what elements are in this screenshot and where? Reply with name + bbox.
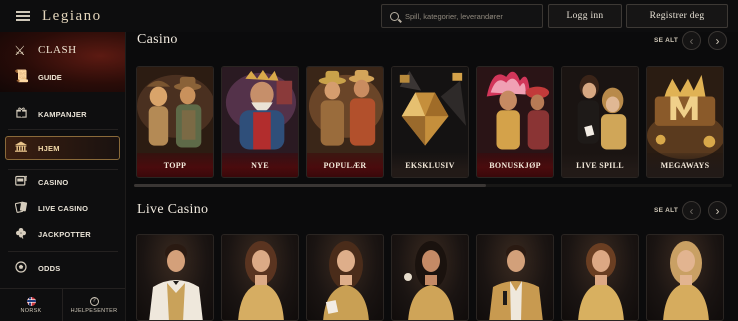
- dealer-portrait: [578, 243, 624, 320]
- ball-icon: [13, 260, 29, 276]
- crossed-swords-icon: ⚔: [14, 43, 26, 58]
- dealer-portrait: [323, 241, 369, 320]
- sidebar-item-label: Kampanjer: [38, 109, 87, 119]
- tile-label: TOPP: [137, 153, 213, 177]
- live-dealer-tile[interactable]: [391, 234, 469, 321]
- dealer-portrait: [149, 244, 203, 320]
- sidebar: ⚔ Clash 📜 Guide Kampanjer Hjem Casino Li…: [0, 32, 126, 321]
- tile-label: EKSKLUSIV: [392, 153, 468, 177]
- login-button[interactable]: Logg inn: [548, 4, 622, 28]
- tile-label: NYE: [222, 153, 298, 177]
- casino-building-icon: [13, 141, 29, 155]
- promo-title: Clash: [38, 44, 77, 56]
- dealer-portrait: [489, 245, 543, 320]
- category-tile-nye[interactable]: NYE: [221, 66, 299, 178]
- prev-arrow-icon[interactable]: ‹: [682, 201, 701, 220]
- sidebar-item-label: Odds: [38, 263, 61, 273]
- next-arrow-icon[interactable]: ›: [708, 201, 727, 220]
- category-tile-populaer[interactable]: POPULÆR: [306, 66, 384, 178]
- live-dealer-tile[interactable]: [646, 234, 724, 321]
- prev-arrow-icon[interactable]: ‹: [682, 31, 701, 50]
- logo[interactable]: Legiano: [42, 8, 102, 25]
- section-title-live-casino: Live Casino: [137, 202, 209, 217]
- gift-icon: [13, 107, 29, 121]
- sidebar-item-label: Live Casino: [38, 203, 89, 213]
- sidebar-item-jackpotter[interactable]: Jackpotter: [0, 224, 125, 244]
- dealer-portrait: [238, 241, 284, 320]
- category-tile-megaways[interactable]: MEGAWAYS: [646, 66, 724, 178]
- clash-promo-banner[interactable]: ⚔ Clash 📜 Guide: [0, 32, 125, 92]
- dealer-portrait: [404, 241, 454, 320]
- sidebar-item-label: Hjem: [38, 143, 60, 153]
- search-input[interactable]: [404, 11, 542, 21]
- live-dealer-tile[interactable]: [306, 234, 384, 321]
- hamburger-menu-icon[interactable]: [16, 11, 30, 21]
- dealer-portrait: [663, 241, 709, 320]
- help-label: Hjelpesenter: [70, 307, 118, 314]
- divider: [8, 169, 118, 170]
- live-dealer-tile[interactable]: [476, 234, 554, 321]
- next-arrow-icon[interactable]: ›: [708, 31, 727, 50]
- register-button[interactable]: Registrer deg: [626, 4, 728, 28]
- scroll-icon: 📜: [14, 69, 29, 83]
- language-selector[interactable]: Norsk: [0, 289, 62, 321]
- tile-label: MEGAWAYS: [647, 153, 723, 177]
- sidebar-item-label: Jackpotter: [38, 229, 91, 239]
- tile-label: LIVE SPILL: [562, 153, 638, 177]
- sidebar-item-label: Casino: [38, 177, 69, 187]
- help-icon: ?: [89, 296, 99, 306]
- cards-icon: [13, 201, 29, 216]
- sidebar-item-kampanjer[interactable]: Kampanjer: [0, 104, 125, 124]
- clover-icon: [13, 227, 29, 242]
- live-dealer-tile[interactable]: [221, 234, 299, 321]
- help-center-link[interactable]: ? Hjelpesenter: [62, 289, 125, 321]
- category-tile-eksklusiv[interactable]: EKSKLUSIV: [391, 66, 469, 178]
- sidebar-item-odds[interactable]: Odds: [0, 258, 125, 278]
- promo-guide-link[interactable]: Guide: [38, 73, 62, 82]
- category-tile-topp[interactable]: TOPP: [136, 66, 214, 178]
- sidebar-item-hjem[interactable]: Hjem: [5, 136, 120, 160]
- carousel-scroll-thumb[interactable]: [134, 184, 486, 187]
- section-title-casino: Casino: [137, 32, 178, 47]
- language-label: Norsk: [20, 307, 42, 314]
- slot-machine-icon: [13, 175, 29, 189]
- norway-flag-icon: [26, 296, 36, 306]
- top-bar: Legiano Logg inn Registrer deg: [0, 0, 738, 32]
- live-dealer-tile[interactable]: [561, 234, 639, 321]
- search-box[interactable]: [381, 4, 543, 28]
- category-tile-live-spill[interactable]: LIVE SPILL: [561, 66, 639, 178]
- see-all-casino-link[interactable]: SE ALT: [654, 37, 678, 44]
- live-dealer-tile[interactable]: [136, 234, 214, 321]
- see-all-live-casino-link[interactable]: SE ALT: [654, 207, 678, 214]
- category-tile-bonuskjop[interactable]: BONUSKJØP: [476, 66, 554, 178]
- divider: [8, 129, 118, 130]
- sidebar-item-casino[interactable]: Casino: [0, 172, 125, 192]
- sidebar-footer: Norsk ? Hjelpesenter: [0, 288, 125, 321]
- search-icon: [390, 11, 399, 21]
- tile-label: POPULÆR: [307, 153, 383, 177]
- main-content: Casino SE ALT ‹ › TOPP NYE POPULÆR EKSKL…: [126, 31, 738, 321]
- tile-label: BONUSKJØP: [477, 153, 553, 177]
- sidebar-item-live-casino[interactable]: Live Casino: [0, 198, 125, 218]
- divider: [8, 251, 118, 252]
